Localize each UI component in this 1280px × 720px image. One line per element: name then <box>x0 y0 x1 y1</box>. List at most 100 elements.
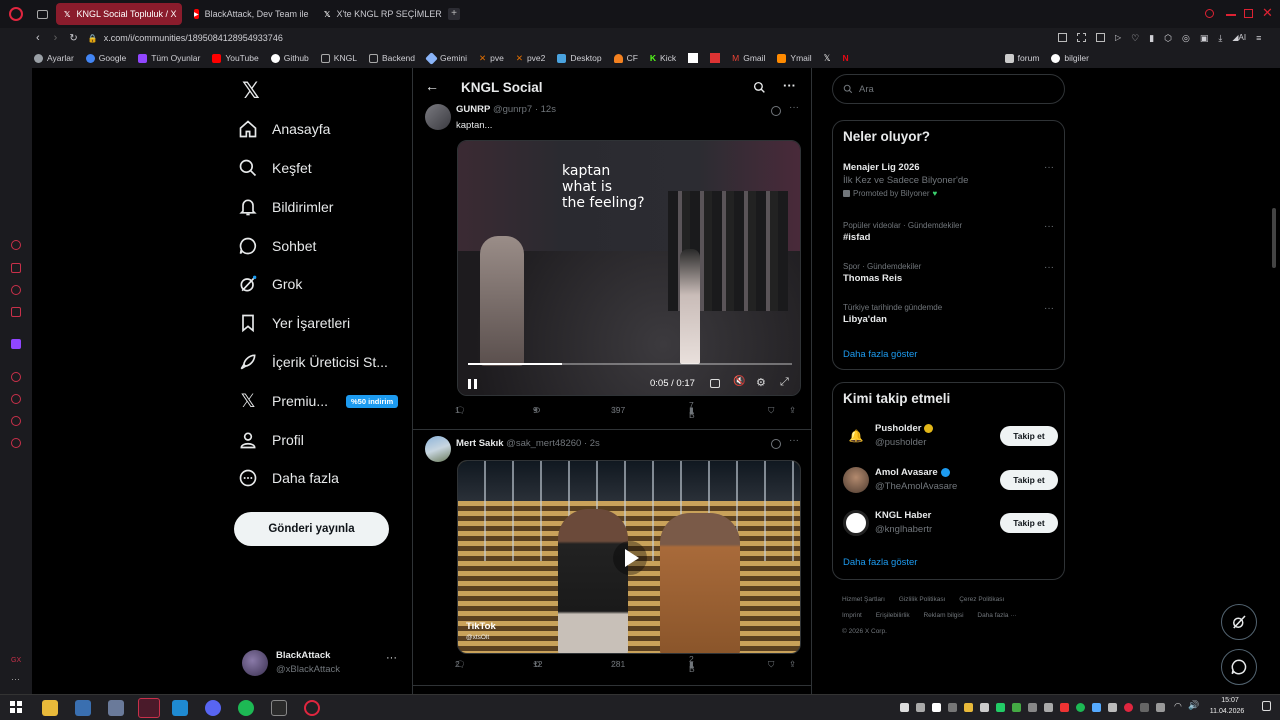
tray-icon[interactable] <box>996 703 1005 712</box>
aria-icon[interactable] <box>11 240 21 250</box>
start-icon[interactable] <box>10 701 22 713</box>
minimize-button[interactable] <box>1226 14 1236 16</box>
close-window-button[interactable]: ✕ <box>1262 5 1273 21</box>
nav-anasayfa[interactable]: Anasayfa <box>238 112 330 146</box>
tray-icon[interactable] <box>916 703 925 712</box>
more-icon[interactable]: ··· <box>783 78 796 93</box>
footer-link[interactable]: Reklam bilgisi <box>923 612 963 619</box>
clock-time[interactable]: 15:07 <box>1210 697 1250 704</box>
footer-link[interactable]: Gizlilik Politikası <box>899 596 946 603</box>
grok-fab-button[interactable] <box>1221 604 1257 640</box>
opera-icon[interactable] <box>304 700 320 716</box>
bookmark-ymail[interactable]: Ymail <box>777 53 812 63</box>
file-explorer-icon[interactable] <box>42 700 58 716</box>
post-button[interactable]: Gönderi yayınla <box>234 512 389 546</box>
cube-icon[interactable]: ▣ <box>1200 33 1209 44</box>
settings-app-icon[interactable] <box>108 700 124 716</box>
avatar[interactable] <box>425 104 451 130</box>
nav-kesfet[interactable]: Keşfet <box>238 151 312 185</box>
bookmark-pve2[interactable]: ✕ pve2 <box>516 53 546 64</box>
terminal-icon[interactable] <box>271 700 287 716</box>
scrollbar-thumb[interactable] <box>1272 208 1276 268</box>
fullscreen-icon[interactable]: ⤢ <box>780 376 789 389</box>
captions-icon[interactable] <box>710 379 720 388</box>
bookmark-kngl[interactable]: KNGL <box>320 53 357 63</box>
new-tab-button[interactable]: + <box>448 8 460 20</box>
volume-icon[interactable]: 🔊 <box>1188 700 1199 711</box>
community-icon[interactable] <box>771 106 781 116</box>
footer-link[interactable]: Imprint <box>842 612 862 619</box>
author-name[interactable]: Mert Sakık <box>456 438 504 449</box>
camera-icon[interactable]: ◎ <box>1182 33 1190 44</box>
pause-icon[interactable] <box>468 379 477 389</box>
tray-icon[interactable] <box>1076 703 1085 712</box>
settings-icon[interactable]: ⚙ <box>756 376 766 389</box>
wifi-icon[interactable]: ◠ <box>1174 701 1182 712</box>
bookmark-bilgiler[interactable]: bilgiler <box>1051 53 1089 63</box>
opera-logo-icon[interactable] <box>9 7 23 21</box>
suggested-account[interactable]: KNGL Haber @knglhabertr Takip et <box>843 508 1058 542</box>
video-progress-track[interactable] <box>468 363 792 365</box>
chatgpt-icon[interactable] <box>688 53 699 63</box>
history-icon[interactable] <box>11 394 21 404</box>
follow-button[interactable]: Takip et <box>1000 426 1058 446</box>
x-logo-icon[interactable]: 𝕏 <box>242 78 260 104</box>
tab-kngl-social[interactable]: 𝕏 KNGL Social Topluluk / X <box>56 3 182 25</box>
chat-sidebar-icon[interactable] <box>11 416 21 426</box>
notification-icon[interactable] <box>1262 701 1271 711</box>
follow-button[interactable]: Takip et <box>1000 470 1058 490</box>
more-icon[interactable]: ··· <box>789 435 799 446</box>
reload-icon[interactable]: ↻ <box>69 33 77 44</box>
tray-icon[interactable] <box>1108 703 1117 712</box>
stats-icon[interactable]: ▮ <box>1149 33 1154 44</box>
account-switcher[interactable]: BlackAttack @xBlackAttack ··· <box>242 646 402 686</box>
heart-icon[interactable]: ♡ <box>1131 33 1139 44</box>
tab-youtube[interactable]: ▶ BlackAttack, Dev Team ile <box>186 3 312 25</box>
menu-icon[interactable]: ≡ <box>1256 33 1261 44</box>
gx-icon[interactable]: GX <box>11 657 21 664</box>
x-logo-icon[interactable]: 𝕏 <box>824 53 831 64</box>
nav-sohbet[interactable]: Sohbet <box>238 229 316 263</box>
footer-link[interactable]: Erişilebilirlik <box>876 612 910 619</box>
back-arrow-icon[interactable]: ← <box>425 78 439 94</box>
shopping-icon[interactable] <box>11 263 21 273</box>
show-more-trends-link[interactable]: Daha fazla göster <box>843 349 917 360</box>
back-icon[interactable]: ‹ <box>36 32 40 44</box>
tray-icon[interactable] <box>964 703 973 712</box>
nav-daha-fazla[interactable]: Daha fazla <box>238 461 339 495</box>
bookmark-forum[interactable]: forum <box>1004 53 1039 63</box>
gmail-sidebar-icon[interactable] <box>11 307 21 317</box>
twitch-sidebar-icon[interactable] <box>11 339 21 349</box>
settings-sidebar-icon[interactable] <box>11 438 21 448</box>
trend-item[interactable]: Spor · Gündemdekiler Thomas Reis ··· <box>843 262 1058 284</box>
tray-icon[interactable] <box>1028 703 1037 712</box>
more-icon[interactable]: ··· <box>386 652 397 664</box>
discord-icon[interactable] <box>205 700 221 716</box>
bookmark-google[interactable]: Google <box>85 53 126 63</box>
crop-icon[interactable] <box>1077 33 1086 42</box>
download-page-icon[interactable] <box>1096 33 1105 42</box>
tray-icon[interactable] <box>1156 703 1165 712</box>
tweet-time[interactable]: 2s <box>590 438 600 449</box>
workspaces-icon[interactable] <box>37 9 48 19</box>
sidebar-more-icon[interactable]: ··· <box>11 674 20 684</box>
bookmark-youtube[interactable]: YouTube <box>212 53 259 63</box>
tray-icon[interactable] <box>1092 703 1101 712</box>
ai-icon[interactable]: ◢AI <box>1232 33 1246 44</box>
suggested-account[interactable]: Amol Avasare @TheAmolAvasare Takip et <box>843 465 1058 499</box>
clock-date[interactable]: 11.04.2026 <box>1202 708 1252 715</box>
tray-icon[interactable] <box>1060 703 1069 712</box>
tray-icon[interactable] <box>932 703 941 712</box>
more-icon[interactable]: ··· <box>1044 262 1054 273</box>
footer-link[interactable]: Çerez Politikası <box>959 596 1004 603</box>
url-field[interactable]: x.com/i/communities/1895084128954933746 <box>104 33 283 43</box>
tray-icon[interactable] <box>1044 703 1053 712</box>
community-icon[interactable] <box>771 439 781 449</box>
extensions-icon[interactable]: ⬡ <box>1164 33 1172 44</box>
tweet-time[interactable]: 12s <box>541 104 556 115</box>
player-icon[interactable] <box>11 372 21 382</box>
bookmark-gemini[interactable]: Gemini <box>425 51 467 65</box>
tray-icon[interactable] <box>1124 703 1133 712</box>
nav-bildirimler[interactable]: Bildirimler <box>238 190 333 224</box>
footer-link[interactable]: Hizmet Şartları <box>842 596 885 603</box>
